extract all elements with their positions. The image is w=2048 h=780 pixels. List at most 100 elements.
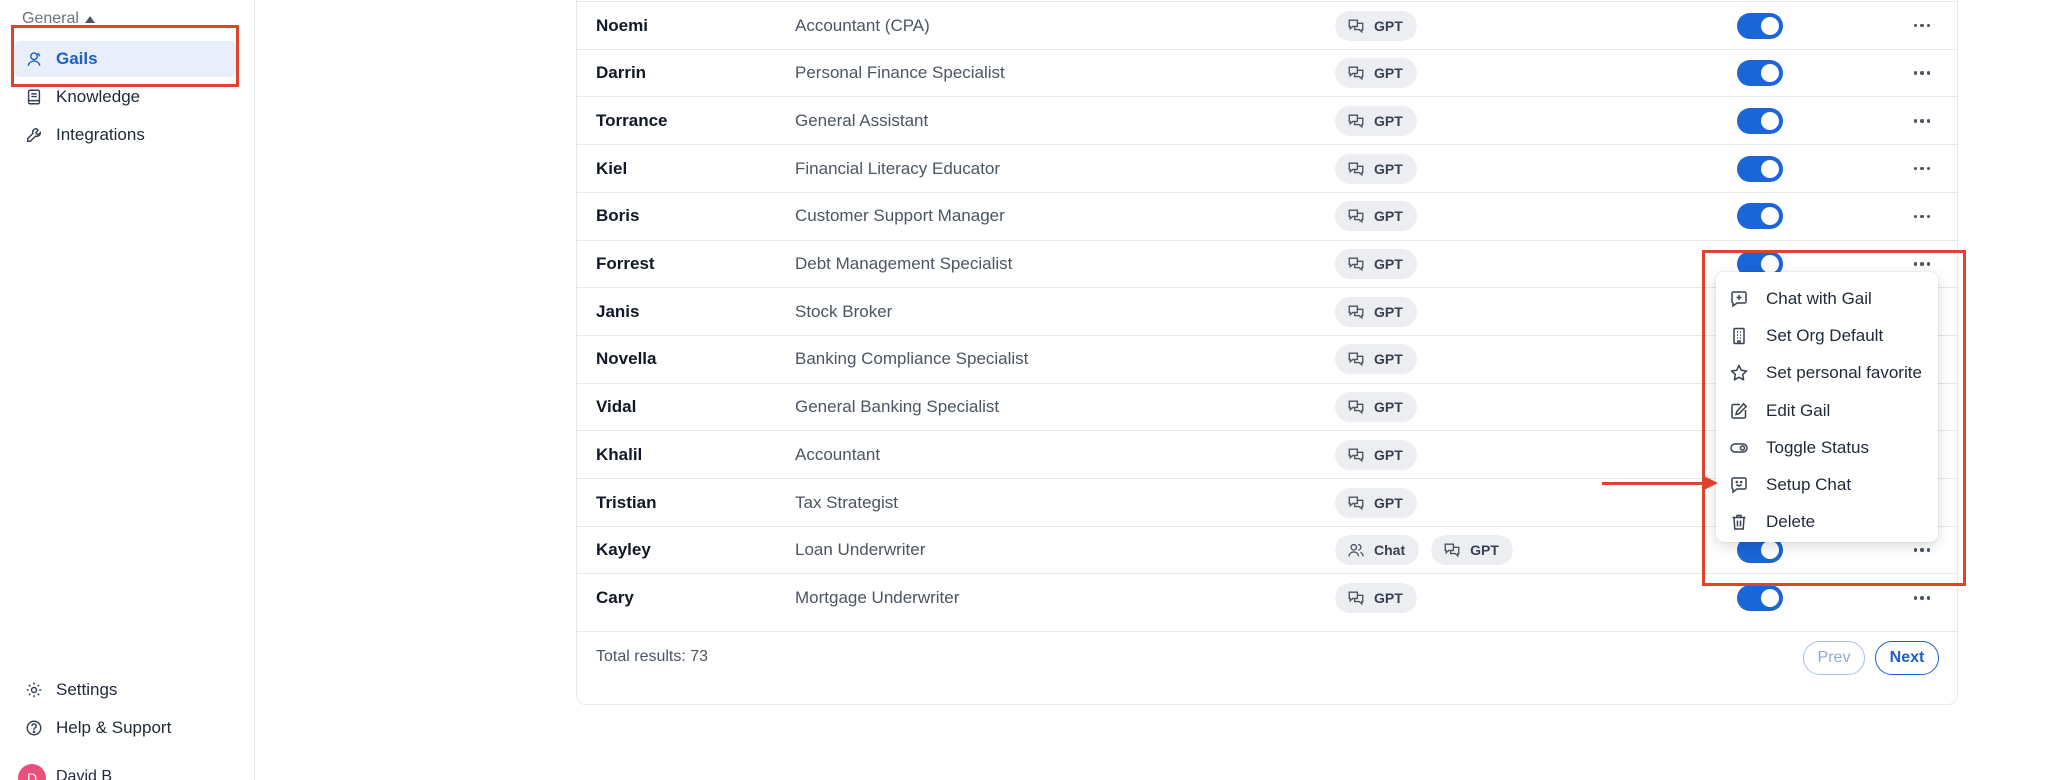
chat-bubbles-icon bbox=[1347, 17, 1365, 35]
more-options-icon[interactable] bbox=[1907, 61, 1937, 85]
chat-bubbles-icon bbox=[1347, 398, 1365, 416]
gail-name: Novella bbox=[596, 349, 657, 369]
chat-bubbles-icon bbox=[1347, 350, 1365, 368]
type-pill: GPT bbox=[1335, 392, 1417, 423]
gail-types: GPT bbox=[1335, 58, 1417, 89]
gail-name: Cary bbox=[596, 587, 634, 607]
type-pill-label: GPT bbox=[1470, 542, 1499, 559]
status-toggle[interactable] bbox=[1737, 584, 1783, 611]
type-pill: GPT bbox=[1335, 582, 1417, 613]
table-row[interactable]: Boris Customer Support Manager GPT bbox=[577, 191, 1957, 240]
type-pill: GPT bbox=[1335, 10, 1417, 41]
sidebar-item-label: Integrations bbox=[56, 125, 145, 144]
chat-bubbles-icon bbox=[1347, 255, 1365, 273]
gail-types: GPT bbox=[1335, 487, 1417, 518]
more-options-icon[interactable] bbox=[1907, 14, 1937, 38]
gail-role: General Banking Specialist bbox=[795, 397, 1000, 417]
chat-bubbles-icon bbox=[1347, 207, 1365, 225]
table-row[interactable]: Darrin Personal Finance Specialist GPT bbox=[577, 48, 1957, 97]
gail-name: Darrin bbox=[596, 63, 647, 83]
type-pill-label: GPT bbox=[1374, 160, 1403, 177]
gail-types: GPT bbox=[1335, 439, 1417, 470]
sidebar-item-integrations[interactable]: Integrations bbox=[14, 117, 236, 153]
status-toggle[interactable] bbox=[1737, 155, 1783, 182]
gail-types: GPT bbox=[1335, 10, 1417, 41]
prev-button[interactable]: Prev bbox=[1803, 641, 1865, 675]
sidebar-item-label: Help & Support bbox=[56, 718, 172, 737]
gail-name: Forrest bbox=[596, 254, 655, 273]
gail-role: Mortgage Underwriter bbox=[795, 587, 960, 607]
more-options-icon[interactable] bbox=[1907, 157, 1937, 181]
sidebar-item-settings[interactable]: Settings bbox=[14, 672, 236, 708]
type-pill: Chat bbox=[1335, 535, 1420, 566]
help-icon bbox=[24, 718, 44, 738]
type-pill: GPT bbox=[1431, 535, 1513, 566]
type-pill-label: GPT bbox=[1374, 65, 1403, 82]
chat-bubbles-icon bbox=[1347, 112, 1365, 130]
type-pill: GPT bbox=[1335, 58, 1417, 89]
gear-icon bbox=[24, 680, 44, 700]
user-name[interactable]: David B bbox=[56, 768, 112, 780]
type-pill: GPT bbox=[1335, 153, 1417, 184]
gail-name: Vidal bbox=[596, 397, 637, 417]
type-pill: GPT bbox=[1335, 296, 1417, 327]
sidebar: General Gails Knowledge Integrations Set… bbox=[0, 0, 255, 780]
chat-bubbles-icon bbox=[1347, 446, 1365, 464]
gail-role: Accountant (CPA) bbox=[795, 15, 930, 35]
gail-name: Torrance bbox=[596, 110, 668, 130]
chat-bubbles-icon bbox=[1347, 303, 1365, 321]
gail-name: Boris bbox=[596, 206, 640, 226]
table-row[interactable]: Torrance General Assistant GPT bbox=[577, 96, 1957, 144]
type-pill-label: GPT bbox=[1374, 351, 1403, 368]
gail-role: Accountant bbox=[795, 444, 881, 464]
annotation-arrow-head bbox=[1704, 476, 1718, 490]
type-pill-label: GPT bbox=[1374, 256, 1403, 272]
gail-types: GPT bbox=[1335, 249, 1417, 279]
type-pill: GPT bbox=[1335, 249, 1417, 279]
chat-bubbles-icon bbox=[1443, 541, 1461, 559]
gail-name: Janis bbox=[596, 301, 640, 321]
avatar[interactable]: D bbox=[18, 764, 46, 780]
more-options-icon[interactable] bbox=[1907, 109, 1937, 133]
gail-name: Khalil bbox=[596, 444, 643, 464]
table-row[interactable]: Noemi Accountant (CPA) GPT bbox=[577, 1, 1957, 49]
type-pill-label: Chat bbox=[1374, 542, 1406, 559]
annotation-box-menu bbox=[1702, 250, 1966, 586]
gail-name: Kiel bbox=[596, 158, 628, 178]
status-toggle[interactable] bbox=[1737, 12, 1783, 39]
chat-bubbles-icon bbox=[1347, 589, 1365, 607]
more-options-icon[interactable] bbox=[1907, 586, 1937, 610]
gail-name: Tristian bbox=[596, 492, 657, 512]
gail-types: GPT bbox=[1335, 582, 1417, 613]
chat-bubbles-icon bbox=[1347, 64, 1365, 82]
gail-types: GPT bbox=[1335, 392, 1417, 423]
gail-role: Tax Strategist bbox=[795, 492, 898, 512]
gail-role: Personal Finance Specialist bbox=[795, 63, 1005, 83]
table-row[interactable]: Kiel Financial Literacy Educator GPT bbox=[577, 144, 1957, 192]
status-toggle[interactable] bbox=[1737, 107, 1783, 134]
book-icon bbox=[24, 87, 44, 107]
caret-up-icon bbox=[84, 15, 95, 23]
sidebar-item-label: Settings bbox=[56, 680, 118, 699]
gail-types: GPT bbox=[1335, 153, 1417, 184]
gail-role: Debt Management Specialist bbox=[795, 254, 1013, 273]
type-pill: GPT bbox=[1335, 344, 1417, 375]
status-toggle[interactable] bbox=[1737, 60, 1783, 87]
type-pill-label: GPT bbox=[1374, 399, 1403, 416]
type-pill-label: GPT bbox=[1374, 589, 1403, 606]
gail-role: Financial Literacy Educator bbox=[795, 158, 1001, 178]
people-icon bbox=[1347, 541, 1365, 559]
gail-types: GPT bbox=[1335, 201, 1417, 232]
more-options-icon[interactable] bbox=[1907, 204, 1937, 228]
type-pill: GPT bbox=[1335, 487, 1417, 518]
gail-role: Customer Support Manager bbox=[795, 206, 1005, 226]
gail-name: Kayley bbox=[596, 540, 651, 560]
next-button[interactable]: Next bbox=[1875, 641, 1939, 675]
sidebar-item-help[interactable]: Help & Support bbox=[14, 710, 236, 746]
gail-types: GPT bbox=[1335, 344, 1417, 375]
status-toggle[interactable] bbox=[1737, 203, 1783, 230]
type-pill-label: GPT bbox=[1374, 17, 1403, 34]
gail-types: GPT bbox=[1335, 105, 1417, 136]
type-pill: GPT bbox=[1335, 439, 1417, 470]
sidebar-item-label: Knowledge bbox=[56, 87, 141, 106]
